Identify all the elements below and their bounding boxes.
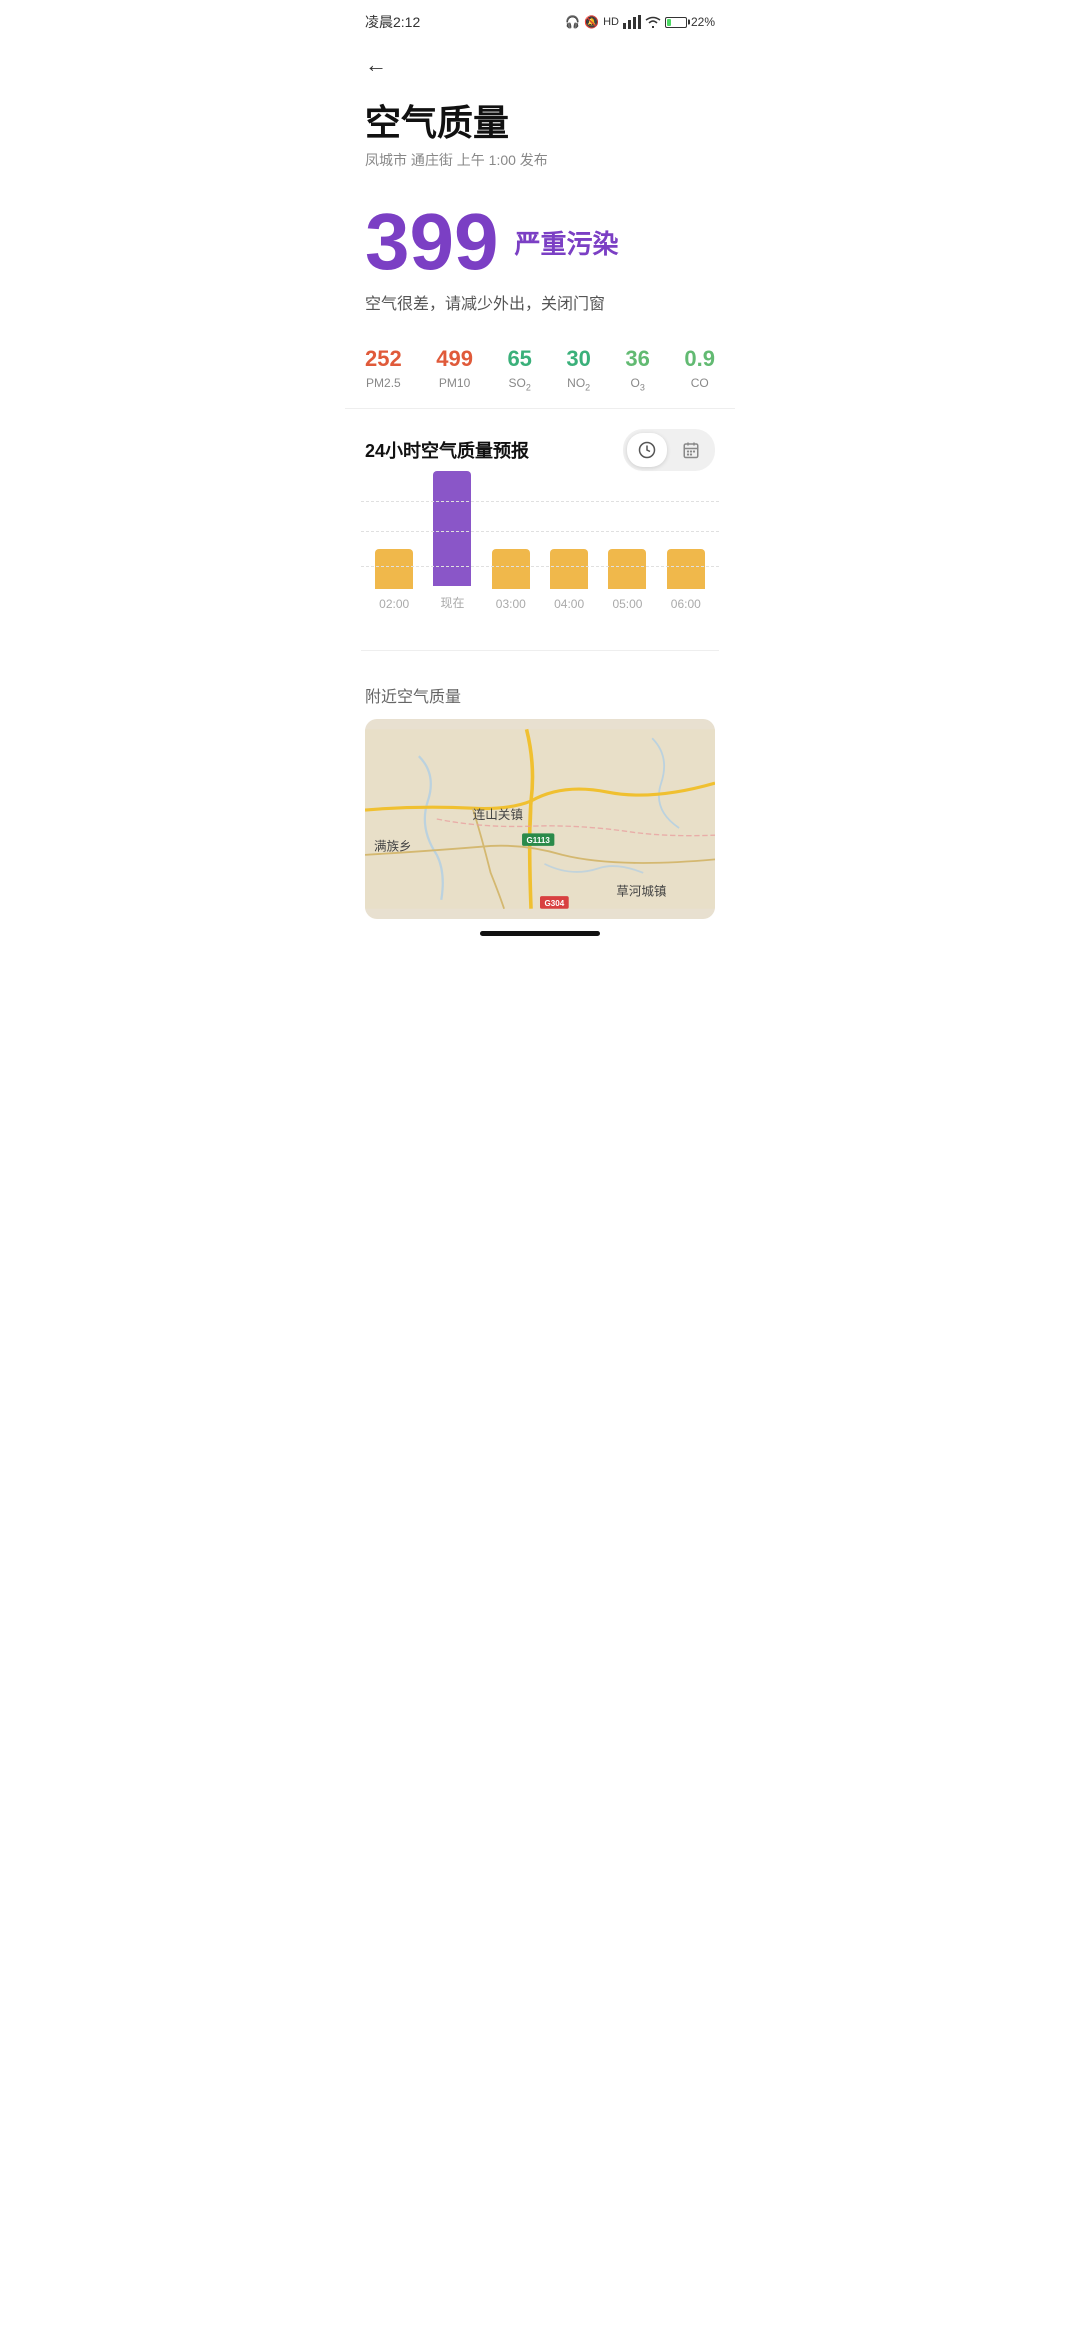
mute-icon: 🔕: [584, 15, 599, 29]
map-svg: G1113 G304 满族乡 连山关镇 草河城镇: [365, 719, 715, 919]
battery-icon: [665, 17, 687, 28]
o3-label: O3: [630, 376, 644, 392]
aqi-section: 399 严重污染 空气很差，请减少外出，关闭门窗: [345, 186, 735, 326]
back-button[interactable]: ←: [345, 40, 735, 86]
status-bar: 凌晨2:12 🎧 🔕 HD 22%: [345, 0, 735, 40]
status-icons: 🎧 🔕 HD 22%: [565, 15, 715, 29]
pollutant-no2: 30 NO2: [566, 346, 590, 392]
page-subtitle: 凤城市 通庄街 上午 1:00 发布: [365, 150, 715, 170]
co-value: 0.9: [684, 346, 715, 372]
forecast-chart: 02:00 现在 03:00 04:00 05:00 06:00: [361, 491, 719, 651]
svg-text:G1113: G1113: [527, 837, 551, 846]
home-indicator: [345, 919, 735, 948]
aqi-main: 399 严重污染: [365, 202, 715, 282]
aqi-number: 399: [365, 202, 498, 282]
svg-text:满族乡: 满族乡: [374, 840, 412, 854]
chart-grid-lines: [361, 491, 719, 601]
aqi-description: 空气很差，请减少外出，关闭门窗: [365, 290, 715, 314]
pollutants-row: 252 PM2.5 499 PM10 65 SO2 30 NO2 36 O3 0…: [345, 326, 735, 409]
chart-line-top: [361, 501, 719, 502]
svg-text:连山关镇: 连山关镇: [473, 807, 524, 822]
forecast-title: 24小时空气质量预报: [365, 437, 529, 463]
toggle-calendar-button[interactable]: [671, 433, 711, 467]
pollutant-o3: 36 O3: [625, 346, 649, 392]
so2-value: 65: [507, 346, 531, 372]
pm25-label: PM2.5: [366, 376, 401, 390]
no2-label: NO2: [567, 376, 590, 392]
page-title: 空气质量: [365, 94, 715, 146]
pm10-label: PM10: [439, 376, 470, 390]
no2-value: 30: [566, 346, 590, 372]
status-time: 凌晨2:12: [365, 12, 420, 32]
chart-line-mid: [361, 531, 719, 532]
so2-label: SO2: [509, 376, 531, 392]
svg-text:草河城镇: 草河城镇: [616, 885, 667, 899]
o3-value: 36: [625, 346, 649, 372]
map-container[interactable]: G1113 G304 满族乡 连山关镇 草河城镇: [365, 719, 715, 919]
cellular-icon: [623, 15, 641, 29]
wifi-icon: [645, 15, 661, 29]
nearby-title: 附近空气质量: [365, 683, 715, 707]
forecast-section: 24小时空气质量预报: [345, 409, 735, 663]
co-label: CO: [691, 376, 709, 390]
page-header: 空气质量 凤城市 通庄街 上午 1:00 发布: [345, 86, 735, 186]
forecast-toggle: [623, 429, 715, 471]
svg-text:G304: G304: [544, 899, 564, 908]
pollutant-so2: 65 SO2: [507, 346, 531, 392]
home-bar: [480, 931, 600, 936]
chart-line-bottom: [361, 566, 719, 567]
signal-icon: HD: [603, 16, 619, 28]
headphone-icon: 🎧: [565, 15, 580, 29]
pollutant-pm10: 499 PM10: [436, 346, 473, 392]
pollutant-pm25: 252 PM2.5: [365, 346, 402, 392]
forecast-header: 24小时空气质量预报: [365, 429, 715, 471]
pollutant-co: 0.9 CO: [684, 346, 715, 392]
aqi-label: 严重污染: [514, 224, 618, 261]
nearby-section: 附近空气质量 G1113 G304 满族: [345, 663, 735, 919]
pm25-value: 252: [365, 346, 402, 372]
toggle-hour-button[interactable]: [627, 433, 667, 467]
battery-percent: 22%: [691, 15, 715, 29]
pm10-value: 499: [436, 346, 473, 372]
